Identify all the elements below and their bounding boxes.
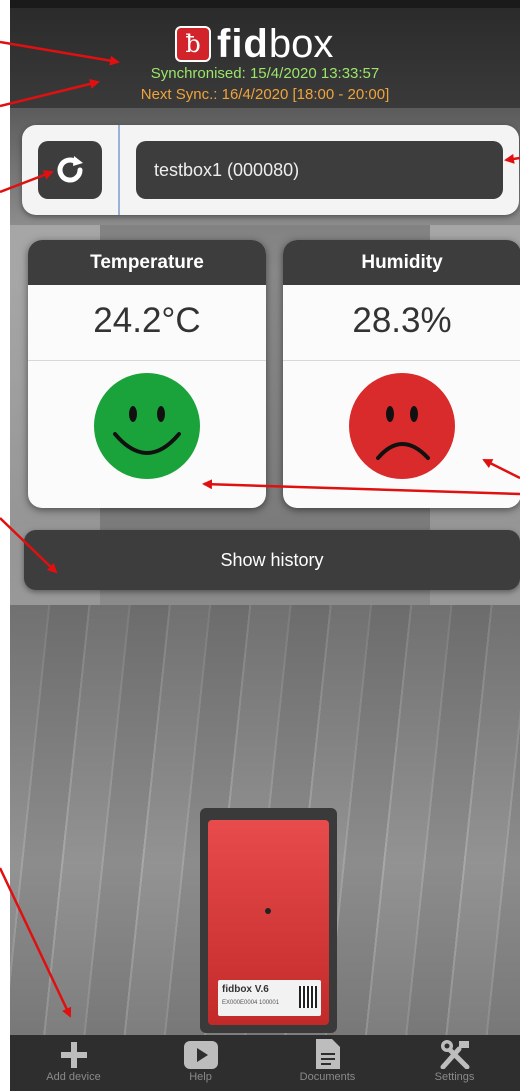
plus-icon [10,1035,137,1071]
fidbox-device-image: fidbox V.6 EX000E0004 100001 [200,808,337,1033]
nav-label: Documents [299,1071,356,1083]
humidity-value: 28.3% [283,285,520,361]
nav-label: Help [189,1071,212,1083]
tools-icon [391,1035,518,1071]
nav-help[interactable]: Help [137,1035,264,1091]
logo-text-fid: fid [217,21,269,66]
app-screen: ƀ fid box Synchronised: 15/4/2020 13:33:… [10,0,520,1091]
device-label-brand: fidbox V.6 [222,984,269,995]
nav-label: Add device [46,1071,101,1083]
temperature-value: 24.2°C [28,285,266,361]
nav-label: Settings [434,1071,475,1083]
document-icon [264,1035,391,1071]
temperature-title: Temperature [28,240,266,285]
sad-face-icon [349,373,455,479]
synchronised-status: Synchronised: 15/4/2020 13:33:57 [150,65,380,82]
happy-face-icon [94,373,200,479]
device-selector[interactable]: testbox1 (000080) [136,141,503,199]
humidity-card[interactable]: Humidity 28.3% [283,240,520,508]
next-sync-status: Next Sync.: 16/4/2020 [18:00 - 20:00] [140,86,390,103]
play-icon [137,1035,264,1071]
device-label: fidbox V.6 EX000E0004 100001 [218,980,321,1016]
logo-mark: ƀ [175,26,211,62]
show-history-button[interactable]: Show history [24,530,520,590]
app-header: ƀ fid box Synchronised: 15/4/2020 13:33:… [10,8,520,108]
refresh-button[interactable] [38,141,102,199]
humidity-title: Humidity [283,240,520,285]
device-bar: testbox1 (000080) [22,125,519,215]
nav-settings[interactable]: Settings [391,1035,518,1091]
temperature-card[interactable]: Temperature 24.2°C [28,240,266,508]
fidbox-logo: ƀ fid box [175,22,333,66]
logo-text-box: box [268,21,334,66]
refresh-icon [57,156,83,183]
qr-code-icon [299,986,317,1008]
bottom-navigation: Add device Help Documents Settings [10,1035,520,1091]
nav-documents[interactable]: Documents [264,1035,391,1091]
nav-add-device[interactable]: Add device [10,1035,137,1091]
device-label-code: EX000E0004 100001 [222,1000,280,1006]
